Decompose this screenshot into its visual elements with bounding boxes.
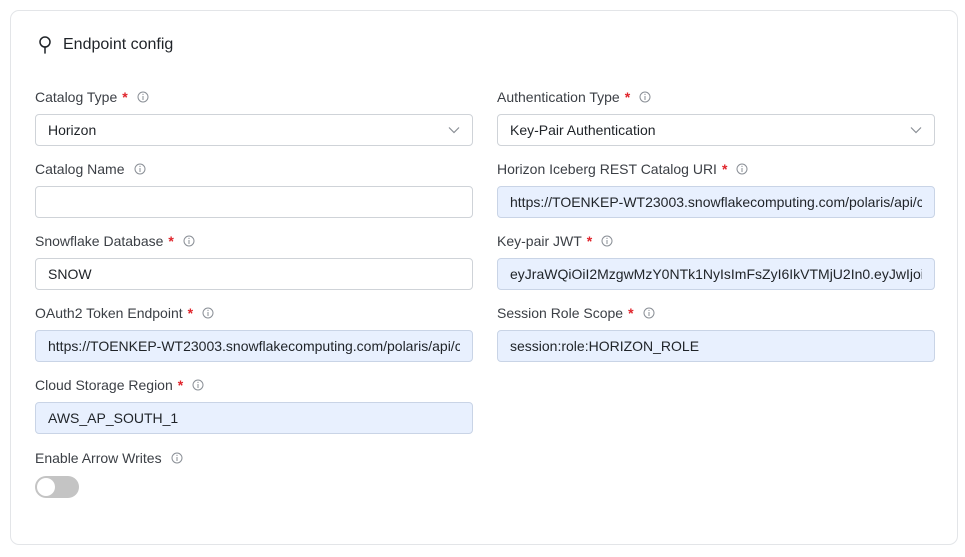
keypair-jwt-value: eyJraWQiOiI2MzgwMzY0NTk1NyIsImFsZyI6IkVT… [510, 266, 922, 282]
info-icon[interactable] [137, 91, 149, 103]
info-icon[interactable] [643, 307, 655, 319]
snowflake-database-label: Snowflake Database [35, 233, 164, 249]
catalog-name-input[interactable] [35, 186, 473, 218]
oauth2-token-endpoint-input[interactable]: https://TOENKEP-WT23003.snowflakecomputi… [35, 330, 473, 362]
cloud-storage-region-value: AWS_AP_SOUTH_1 [48, 410, 179, 426]
enable-arrow-writes-label: Enable Arrow Writes [35, 450, 162, 466]
catalog-type-value: Horizon [48, 122, 97, 138]
session-role-scope-input[interactable]: session:role:HORIZON_ROLE [497, 330, 935, 362]
chevron-down-icon [448, 127, 460, 134]
oauth2-token-endpoint-value: https://TOENKEP-WT23003.snowflakecomputi… [48, 338, 460, 354]
oauth2-token-endpoint-field: OAuth2 Token Endpoint * https://TOENKEP-… [35, 304, 473, 362]
info-icon[interactable] [192, 379, 204, 391]
info-icon[interactable] [639, 91, 651, 103]
authentication-type-value: Key-Pair Authentication [510, 122, 656, 138]
required-marker: * [187, 305, 194, 321]
rest-catalog-uri-value: https://TOENKEP-WT23003.snowflakecomputi… [510, 194, 922, 210]
rest-catalog-uri-field: Horizon Iceberg REST Catalog URI * https… [497, 160, 935, 218]
snowflake-database-field: Snowflake Database * SNOW [35, 232, 473, 290]
lightbulb-icon [39, 36, 51, 54]
required-marker: * [628, 305, 634, 321]
required-marker: * [168, 233, 174, 249]
info-icon[interactable] [601, 235, 613, 247]
info-icon[interactable] [171, 452, 183, 464]
required-marker: * [122, 89, 128, 105]
keypair-jwt-input[interactable]: eyJraWQiOiI2MzgwMzY0NTk1NyIsImFsZyI6IkVT… [497, 258, 935, 290]
catalog-type-label: Catalog Type [35, 89, 118, 105]
info-icon[interactable] [183, 235, 195, 247]
authentication-type-field: Authentication Type * Key-Pair Authentic… [497, 88, 935, 146]
chevron-down-icon [910, 127, 922, 134]
enable-arrow-writes-field: Enable Arrow Writes [35, 449, 473, 467]
snowflake-database-value: SNOW [48, 266, 92, 282]
info-icon[interactable] [134, 163, 146, 175]
snowflake-database-input[interactable]: SNOW [35, 258, 473, 290]
cloud-storage-region-input[interactable]: AWS_AP_SOUTH_1 [35, 402, 473, 434]
required-marker: * [586, 233, 593, 249]
cloud-storage-region-field: Cloud Storage Region * AWS_AP_SOUTH_1 [35, 376, 473, 434]
required-marker: * [624, 89, 631, 105]
rest-catalog-uri-label: Horizon Iceberg REST Catalog URI [497, 161, 717, 177]
card-header: Endpoint config [36, 35, 173, 55]
authentication-type-select[interactable]: Key-Pair Authentication [497, 114, 935, 146]
required-marker: * [721, 161, 728, 177]
catalog-name-label: Catalog Name [35, 161, 125, 177]
session-role-scope-field: Session Role Scope * session:role:HORIZO… [497, 304, 935, 362]
session-role-scope-value: session:role:HORIZON_ROLE [510, 338, 700, 354]
card-title: Endpoint config [63, 36, 174, 53]
rest-catalog-uri-input[interactable]: https://TOENKEP-WT23003.snowflakecomputi… [497, 186, 935, 218]
required-marker: * [177, 377, 184, 393]
catalog-type-select[interactable]: Horizon [35, 114, 473, 146]
enable-arrow-writes-toggle[interactable] [35, 476, 79, 498]
cloud-storage-region-label: Cloud Storage Region [35, 377, 173, 393]
toggle-knob [37, 478, 55, 496]
session-role-scope-label: Session Role Scope [497, 305, 624, 321]
keypair-jwt-field: Key-pair JWT * eyJraWQiOiI2MzgwMzY0NTk1N… [497, 232, 935, 290]
info-icon[interactable] [202, 307, 214, 319]
oauth2-token-endpoint-label: OAuth2 Token Endpoint [35, 305, 183, 321]
catalog-type-field: Catalog Type * Horizon [35, 88, 473, 146]
catalog-name-field: Catalog Name [35, 160, 473, 218]
info-icon[interactable] [736, 163, 748, 175]
keypair-jwt-label: Key-pair JWT [497, 233, 582, 249]
authentication-type-label: Authentication Type [497, 89, 620, 105]
